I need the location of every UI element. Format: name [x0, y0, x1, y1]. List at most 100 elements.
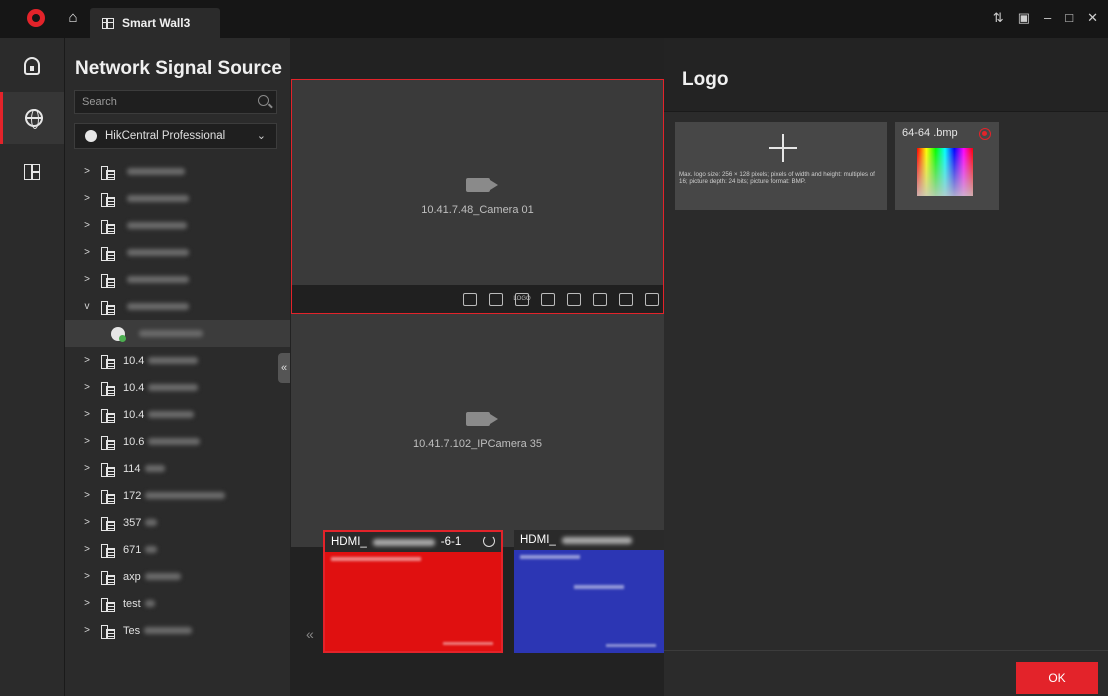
- tree-device-node[interactable]: >10.4: [65, 347, 291, 374]
- close-icon[interactable]: ✕: [1087, 10, 1098, 26]
- split-window-icon[interactable]: [463, 292, 477, 306]
- tree-camera-node[interactable]: [65, 320, 291, 347]
- logo-image-tile[interactable]: 64-64 .bmp: [895, 122, 999, 210]
- wall-window-1[interactable]: 10.41.7.48_Camera 01 LOGO: [291, 79, 664, 314]
- blurred-text: [127, 249, 189, 256]
- minimize-icon[interactable]: –: [1044, 10, 1051, 26]
- blurred-text: [148, 438, 201, 445]
- tree-device-node[interactable]: >114: [65, 455, 291, 482]
- building-icon: [101, 165, 115, 180]
- chevron-right-icon[interactable]: >: [83, 409, 91, 420]
- dropdown-menu-icon[interactable]: ▣: [1018, 10, 1030, 26]
- mute-icon[interactable]: [541, 292, 555, 306]
- site-select[interactable]: HikCentral Professional ⌄: [74, 123, 277, 149]
- tree-device-node[interactable]: >: [65, 212, 291, 239]
- tree-device-node[interactable]: >172: [65, 482, 291, 509]
- add-logo-tile[interactable]: Max. logo size: 256 × 128 pixels; pixels…: [675, 122, 887, 210]
- scroll-left-icon[interactable]: «: [306, 626, 314, 642]
- maximize-icon[interactable]: □: [1065, 10, 1073, 26]
- chevron-right-icon[interactable]: >: [83, 193, 91, 204]
- output-name: HDMI_: [520, 534, 556, 546]
- tree-device-node[interactable]: > Tes: [65, 617, 291, 644]
- tree-node-label: 10.4: [123, 381, 145, 394]
- tree-device-node[interactable]: v: [65, 293, 291, 320]
- tree-device-node[interactable]: >: [65, 266, 291, 293]
- logo-button[interactable]: LOGO: [513, 292, 531, 306]
- blurred-text: [144, 627, 193, 634]
- chevron-right-icon[interactable]: >: [83, 247, 91, 258]
- tree-node-label: 172: [123, 489, 142, 502]
- chevron-right-icon[interactable]: >: [83, 490, 91, 501]
- wall-window-2[interactable]: 10.41.7.102_IPCamera 35: [291, 314, 664, 547]
- logo-dialog-footer: OK: [664, 650, 1108, 696]
- chevron-down-icon[interactable]: v: [83, 301, 91, 312]
- logo-dialog-header: Logo: [664, 38, 1108, 112]
- chevron-right-icon[interactable]: >: [83, 544, 91, 555]
- building-icon: [101, 381, 115, 396]
- logo-dialog-title: Logo: [682, 69, 729, 90]
- output-thumbnail-2[interactable]: HDMI_: [514, 530, 664, 653]
- chevron-right-icon[interactable]: >: [83, 625, 91, 636]
- refresh-icon[interactable]: [483, 535, 495, 547]
- app-logo-icon: [27, 9, 45, 27]
- image-icon[interactable]: [567, 292, 581, 306]
- blurred-text: [148, 411, 195, 418]
- swap-icon[interactable]: ⇅: [993, 10, 1004, 26]
- chevron-right-icon[interactable]: >: [83, 166, 91, 177]
- rail-item-layout[interactable]: [0, 154, 64, 190]
- logo-size-hint: Max. logo size: 256 × 128 pixels; pixels…: [679, 171, 875, 186]
- building-icon: [101, 570, 115, 585]
- tree-device-node[interactable]: >357: [65, 509, 291, 536]
- chevron-right-icon[interactable]: >: [83, 463, 91, 474]
- tree-device-node[interactable]: >671: [65, 536, 291, 563]
- chevron-right-icon[interactable]: >: [83, 220, 91, 231]
- building-icon: [101, 516, 115, 531]
- home-icon[interactable]: ⌂: [64, 9, 82, 27]
- rail-item-access-control[interactable]: [0, 40, 64, 92]
- tree-node-label: 357: [123, 516, 142, 529]
- building-icon: [101, 597, 115, 612]
- ptz-icon[interactable]: [593, 292, 607, 306]
- tree-device-node[interactable]: >10.4: [65, 374, 291, 401]
- tree-node-label: 114: [123, 462, 141, 475]
- tree-device-node[interactable]: > axp: [65, 563, 291, 590]
- building-icon: [101, 543, 115, 558]
- building-icon: [101, 219, 115, 234]
- tree-device-node[interactable]: >10.4: [65, 401, 291, 428]
- chevron-right-icon[interactable]: >: [83, 571, 91, 582]
- output-thumbnail-1[interactable]: HDMI_ -6-1: [323, 530, 503, 653]
- window-camera-label: 10.41.7.48_Camera 01: [421, 203, 534, 216]
- tree-node-label: 10.6: [123, 435, 145, 448]
- chevron-right-icon[interactable]: >: [83, 436, 91, 447]
- tree-device-node[interactable]: >: [65, 239, 291, 266]
- site-select-label: HikCentral Professional: [105, 130, 226, 142]
- layout-icon: [24, 164, 40, 180]
- chevron-right-icon[interactable]: >: [83, 382, 91, 393]
- tree-device-node[interactable]: >: [65, 158, 291, 185]
- globe-icon: [24, 109, 43, 129]
- chevron-right-icon[interactable]: >: [83, 517, 91, 528]
- preview-text: [574, 585, 624, 589]
- chevron-right-icon[interactable]: >: [83, 355, 91, 366]
- rail-item-network[interactable]: [0, 92, 64, 144]
- lock-icon: [24, 57, 40, 75]
- logo-select-radio[interactable]: [979, 128, 991, 140]
- search-icon[interactable]: [258, 95, 269, 106]
- tree-device-node[interactable]: > test: [65, 590, 291, 617]
- output-suffix: -6-1: [440, 536, 462, 548]
- tab-smart-wall[interactable]: Smart Wall3: [90, 8, 220, 38]
- search-input[interactable]: [75, 91, 276, 113]
- blurred-text: [144, 573, 181, 580]
- playback-icon[interactable]: [645, 292, 659, 306]
- display-icon[interactable]: [489, 292, 503, 306]
- chevron-right-icon[interactable]: >: [83, 598, 91, 609]
- window-toolbar: LOGO: [292, 285, 663, 313]
- tree-device-node[interactable]: >: [65, 185, 291, 212]
- building-icon: [101, 273, 115, 288]
- collapse-panel-button[interactable]: «: [278, 353, 290, 383]
- preview-caption: [443, 642, 493, 645]
- person-icon[interactable]: [619, 292, 633, 306]
- chevron-right-icon[interactable]: >: [83, 274, 91, 285]
- ok-button[interactable]: OK: [1016, 662, 1098, 694]
- tree-device-node[interactable]: >10.6: [65, 428, 291, 455]
